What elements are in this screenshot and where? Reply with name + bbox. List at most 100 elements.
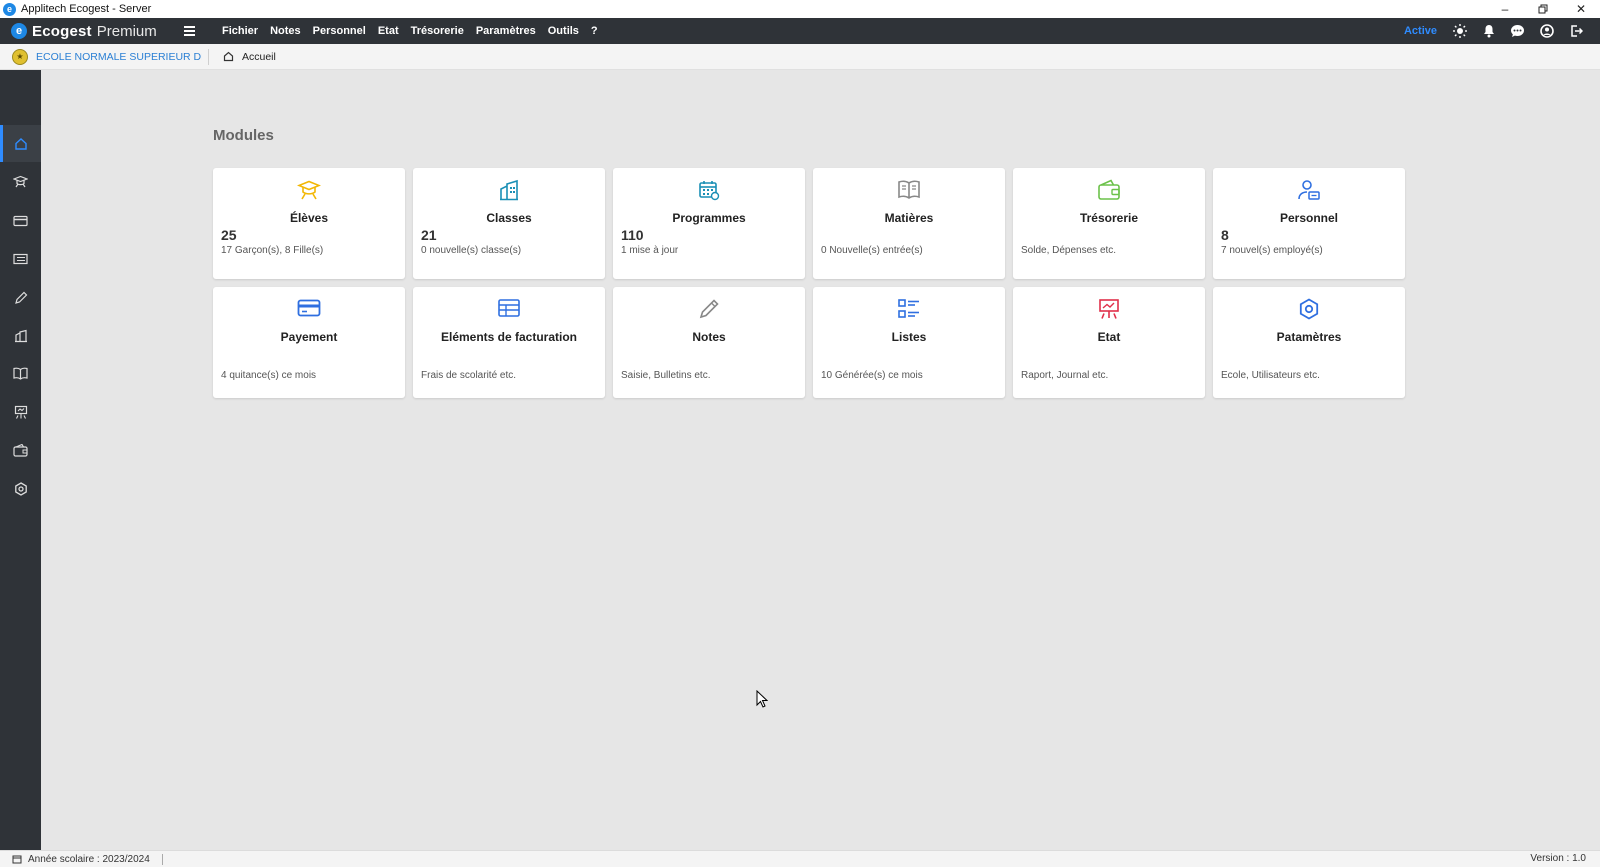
menu-personnel[interactable]: Personnel bbox=[307, 18, 372, 44]
module-card-notes[interactable]: Notes Saisie, Bulletins etc. bbox=[613, 287, 805, 398]
module-count: 8 bbox=[1221, 227, 1229, 243]
book-icon bbox=[13, 367, 28, 380]
module-card-etat[interactable]: Etat Raport, Journal etc. bbox=[1013, 287, 1205, 398]
module-title: Matières bbox=[884, 211, 934, 225]
module-card-classes[interactable]: Classes 21 0 nouvelle(s) classe(s) bbox=[413, 168, 605, 279]
module-subtitle: 17 Garçon(s), 8 Fille(s) bbox=[221, 245, 324, 256]
module-card-programmes[interactable]: Programmes 110 1 mise à jour bbox=[613, 168, 805, 279]
user-icon[interactable] bbox=[1532, 18, 1561, 44]
menu-etat[interactable]: Etat bbox=[372, 18, 405, 44]
module-card-parametres[interactable]: Patamètres Ecole, Utilisateurs etc. bbox=[1213, 287, 1405, 398]
module-card-personnel[interactable]: Personnel 8 7 nouvel(s) employé(s) bbox=[1213, 168, 1405, 279]
sidebar-item-etat[interactable] bbox=[0, 393, 41, 430]
close-button[interactable]: ✕ bbox=[1562, 0, 1600, 18]
section-title: Modules bbox=[213, 127, 274, 144]
module-title: Trésorerie bbox=[1079, 211, 1139, 225]
billing-icon bbox=[498, 299, 520, 317]
menu-help[interactable]: ? bbox=[585, 18, 604, 44]
restore-button[interactable] bbox=[1524, 0, 1562, 18]
module-title: Personnel bbox=[1279, 211, 1339, 225]
sidebar-item-matieres[interactable] bbox=[0, 355, 41, 392]
menu-notes[interactable]: Notes bbox=[264, 18, 307, 44]
app-top-bar: e Ecogest Premium Fichier Notes Personne… bbox=[0, 18, 1600, 44]
connection-status: Active bbox=[1403, 25, 1437, 37]
menu-tresorerie[interactable]: Trésorerie bbox=[405, 18, 470, 44]
classes-icon bbox=[14, 329, 27, 342]
sidebar-item-notes[interactable] bbox=[0, 279, 41, 316]
brand-name: Ecogest bbox=[32, 22, 92, 40]
home-icon bbox=[223, 51, 234, 62]
breadcrumb-bar: ★ ECOLE NORMALE SUPERIEUR DE L... Accuei… bbox=[0, 44, 1600, 70]
sidebar-item-home[interactable] bbox=[0, 125, 41, 162]
module-count: 21 bbox=[421, 227, 437, 243]
pencil-icon bbox=[14, 291, 27, 304]
sidebar-item-facturation[interactable] bbox=[0, 240, 41, 277]
modules-grid: Élèves 25 17 Garçon(s), 8 Fille(s) Class… bbox=[213, 168, 1423, 398]
calendar-icon bbox=[699, 181, 720, 201]
gear-icon bbox=[1299, 298, 1319, 320]
module-title: Payement bbox=[280, 330, 338, 344]
window-title-bar: e Applitech Ecogest - Server – ✕ bbox=[0, 0, 1600, 18]
status-bar: Année scolaire : 2023/2024 Version : 1.0 bbox=[0, 850, 1600, 867]
menu-fichier[interactable]: Fichier bbox=[216, 18, 264, 44]
module-title: Etat bbox=[1097, 330, 1121, 344]
module-title: Patamètres bbox=[1276, 330, 1342, 344]
module-subtitle: Solde, Dépenses etc. bbox=[1021, 245, 1117, 256]
breadcrumb-home-label: Accueil bbox=[242, 50, 276, 63]
module-subtitle: 10 Générée(s) ce mois bbox=[821, 370, 923, 381]
sidebar-item-classes[interactable] bbox=[0, 317, 41, 354]
app-version: Version : 1.0 bbox=[1530, 853, 1586, 864]
school-name-link[interactable]: ECOLE NORMALE SUPERIEUR DE L... bbox=[36, 51, 202, 63]
app-logo-icon: e bbox=[3, 2, 16, 16]
breadcrumb-home[interactable]: Accueil bbox=[223, 51, 276, 63]
module-card-eleves[interactable]: Élèves 25 17 Garçon(s), 8 Fille(s) bbox=[213, 168, 405, 279]
module-subtitle: Ecole, Utilisateurs etc. bbox=[1221, 370, 1320, 381]
module-card-matieres[interactable]: Matières 0 Nouvelle(s) entrée(s) bbox=[813, 168, 1005, 279]
brand: e Ecogest Premium bbox=[0, 23, 172, 40]
module-subtitle: Frais de scolarité etc. bbox=[421, 370, 517, 381]
module-card-tresorerie[interactable]: Trésorerie Solde, Dépenses etc. bbox=[1013, 168, 1205, 279]
calendar-icon bbox=[12, 855, 22, 864]
minimize-button[interactable]: – bbox=[1486, 0, 1524, 18]
module-card-listes[interactable]: Listes 10 Générée(s) ce mois bbox=[813, 287, 1005, 398]
module-title: Listes bbox=[891, 330, 927, 344]
sidebar-item-eleves[interactable] bbox=[0, 163, 41, 200]
module-title: Programmes bbox=[672, 211, 746, 225]
sidebar-item-parametres[interactable] bbox=[0, 470, 41, 507]
credit-card-icon bbox=[297, 299, 321, 317]
brand-edition: Premium bbox=[96, 22, 157, 40]
module-title: Élèves bbox=[289, 211, 329, 225]
chat-icon[interactable] bbox=[1503, 18, 1532, 44]
list-icon bbox=[898, 299, 919, 318]
mouse-cursor-icon bbox=[756, 690, 768, 708]
school-logo-icon: ★ bbox=[12, 48, 28, 65]
module-subtitle: 4 quitance(s) ce mois bbox=[221, 370, 317, 381]
divider bbox=[161, 853, 163, 865]
book-icon bbox=[898, 180, 920, 199]
module-subtitle: 1 mise à jour bbox=[621, 245, 679, 256]
module-count: 110 bbox=[621, 227, 644, 243]
graduation-cap-icon bbox=[13, 175, 28, 187]
ecogest-logo-icon: e bbox=[11, 23, 27, 39]
menu-parametres[interactable]: Paramètres bbox=[470, 18, 542, 44]
main-menu: Fichier Notes Personnel Etat Trésorerie … bbox=[216, 18, 604, 44]
presentation-icon bbox=[1099, 299, 1119, 319]
sidebar-item-payement[interactable] bbox=[0, 202, 41, 239]
logout-icon[interactable] bbox=[1561, 18, 1590, 44]
module-subtitle: Raport, Journal etc. bbox=[1021, 370, 1109, 381]
presentation-icon bbox=[14, 405, 27, 419]
sidebar-item-tresorerie[interactable] bbox=[0, 432, 41, 469]
divider bbox=[208, 48, 209, 65]
menu-outils[interactable]: Outils bbox=[542, 18, 585, 44]
bell-icon[interactable] bbox=[1474, 18, 1503, 44]
module-card-payement[interactable]: Payement 4 quitance(s) ce mois bbox=[213, 287, 405, 398]
module-title: Eléments de facturation bbox=[440, 330, 578, 344]
window-title: Applitech Ecogest - Server bbox=[21, 3, 152, 15]
wallet-icon bbox=[1098, 179, 1120, 200]
credit-card-icon bbox=[13, 215, 28, 226]
sun-icon[interactable] bbox=[1445, 18, 1474, 44]
module-card-elements-facturation[interactable]: Eléments de facturation Frais de scolari… bbox=[413, 287, 605, 398]
hamburger-menu-icon[interactable] bbox=[174, 18, 204, 44]
top-right-actions: Active bbox=[1404, 18, 1590, 44]
pencil-icon bbox=[699, 299, 719, 319]
